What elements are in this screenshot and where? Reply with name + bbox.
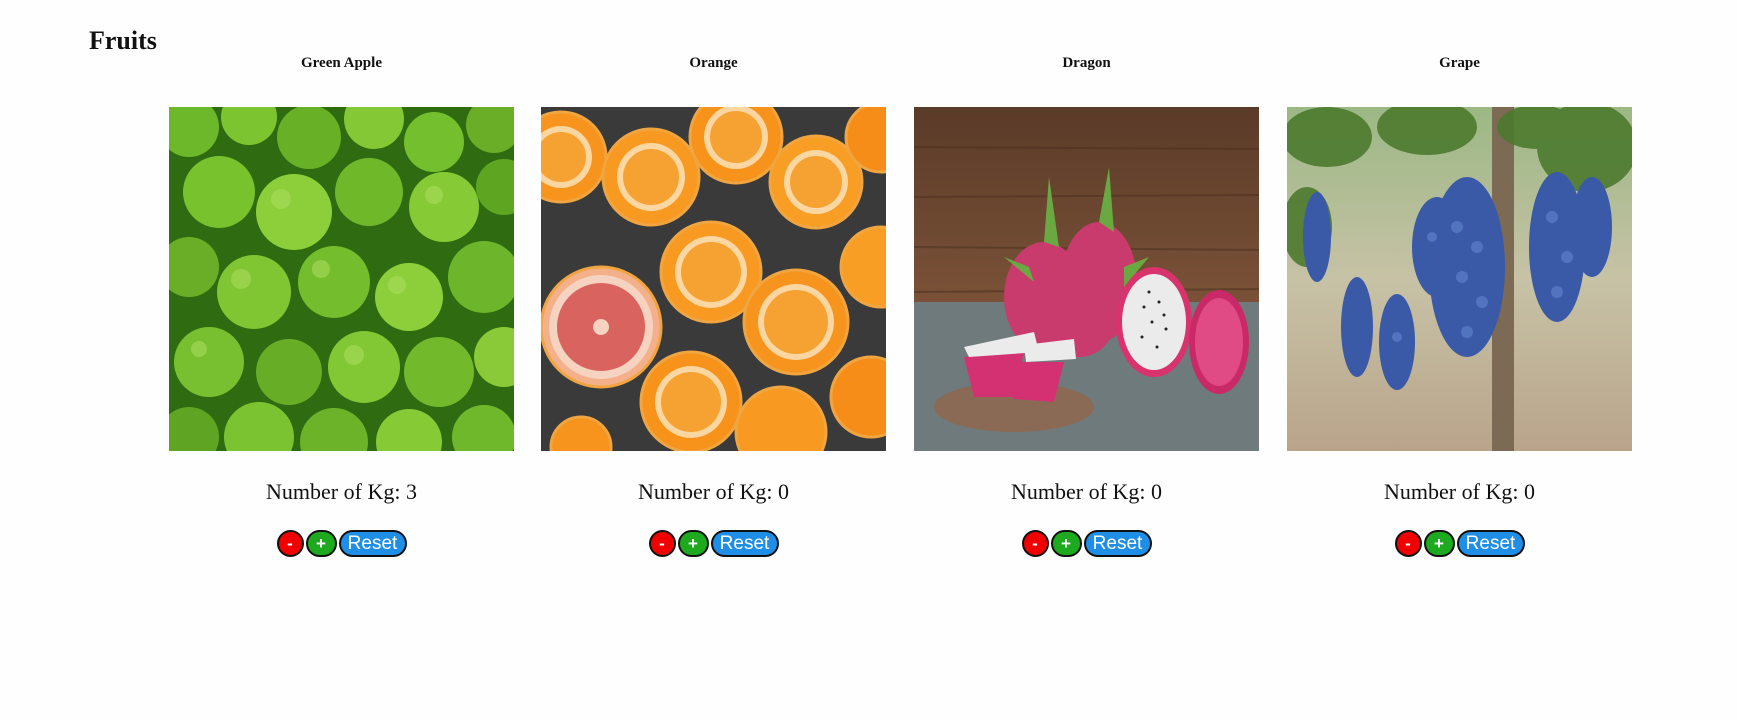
page-title: Fruits [89,26,157,55]
quantity-controls: - + Reset [1287,528,1632,558]
increment-button[interactable]: + [1050,529,1082,557]
decrement-button[interactable]: - [648,529,676,557]
dragon-fruit-photo [914,107,1259,451]
fruit-card-dragon: Dragon Number of Kg: 0 - + Reset [914,0,1259,580]
orange-photo [541,107,886,451]
increment-button[interactable]: + [677,529,709,557]
fruit-card-orange: Orange Number of Kg: 0 - + Reset [541,0,886,580]
fruit-name: Dragon [1062,55,1111,71]
fruit-name: Grape [1439,55,1480,71]
reset-button[interactable]: Reset [710,529,779,557]
fruit-name: Orange [689,55,738,71]
kg-count-label: Number of Kg: 3 [266,479,417,504]
fruit-name: Green Apple [301,55,382,71]
reset-button[interactable]: Reset [1083,529,1152,557]
increment-button[interactable]: + [305,529,337,557]
fruit-card-grape: Grape Number of Kg: 0 - + Reset [1287,0,1632,580]
grape-photo [1287,107,1632,451]
quantity-controls: - + Reset [914,528,1259,558]
increment-button[interactable]: + [1423,529,1455,557]
green-apple-photo [169,107,514,451]
fruit-card-green-apple: Green Apple Number of Kg: 3 - + Reset [169,0,514,580]
decrement-button[interactable]: - [276,529,304,557]
reset-button[interactable]: Reset [1456,529,1525,557]
decrement-button[interactable]: - [1394,529,1422,557]
reset-button[interactable]: Reset [338,529,407,557]
kg-count-label: Number of Kg: 0 [1011,479,1162,504]
kg-count-label: Number of Kg: 0 [638,479,789,504]
kg-count-label: Number of Kg: 0 [1384,479,1535,504]
decrement-button[interactable]: - [1021,529,1049,557]
quantity-controls: - + Reset [541,528,886,558]
fruit-grid: Green Apple Number of Kg: 3 - + Reset Or… [169,0,1632,720]
quantity-controls: - + Reset [169,528,514,558]
